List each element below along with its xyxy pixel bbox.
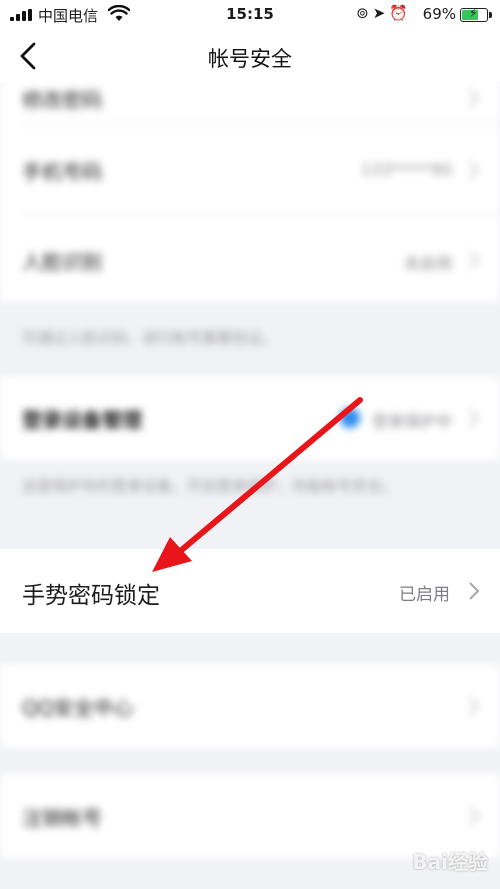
rotation-lock-icon: ⊚ [356, 4, 373, 22]
location-icon: ➤ [372, 4, 390, 22]
list-item[interactable]: QQ安全中心 [0, 664, 500, 748]
list-item[interactable]: 人脸识别 未启用 [0, 214, 500, 302]
status-icons: ⊚➤⏰ [356, 4, 412, 22]
chevron-right-icon [469, 582, 480, 600]
battery-icon: ⚡ [460, 6, 492, 22]
nav-bar: 帐号安全 [0, 30, 500, 82]
row-label: 人脸识别 [22, 250, 102, 274]
row-label: QQ安全中心 [22, 696, 134, 720]
gesture-password-row[interactable]: 手势密码锁定 已启用 [0, 549, 500, 633]
device-hint-text: 这是保护你的登录设备，开启登录保护，你能帐号安全。 [22, 477, 398, 495]
row-label: 登录设备管理 [22, 408, 142, 432]
status-bar: 中国电信 15:15 ⊚➤⏰ 69% ⚡ [0, 0, 500, 30]
battery-percent: 69% [422, 5, 456, 23]
chevron-right-icon [469, 89, 480, 107]
row-value: 未启用 [403, 254, 452, 273]
baidu-watermark-logo: Bai经验 [412, 850, 488, 874]
gesture-password-label: 手势密码锁定 [22, 583, 160, 609]
row-label: 修改密码 [22, 88, 102, 112]
alarm-icon: ⏰ [389, 4, 412, 22]
row-value: 133*****90 [361, 160, 452, 179]
row-value: 登录保护中 [371, 412, 452, 431]
chevron-right-icon [469, 409, 480, 427]
row-label: 手机号码 [22, 160, 102, 184]
chevron-right-icon [469, 807, 480, 825]
page-title: 帐号安全 [208, 47, 292, 71]
chevron-right-icon [469, 161, 480, 179]
chevron-right-icon [469, 251, 480, 269]
chevron-right-icon [469, 697, 480, 715]
settings-list: 修改密码 手机号码 133*****90 人脸识别 未启用 可通过人脸识别，进行… [0, 62, 500, 889]
face-hint-text: 可通过人脸识别，进行帐号重要验证。 [22, 329, 278, 347]
list-item[interactable]: 手机号码 133*****90 [0, 124, 500, 214]
gesture-password-status: 已启用 [399, 585, 450, 605]
row-label: 注销帐号 [22, 806, 102, 830]
status-dot-icon [340, 408, 360, 428]
list-item[interactable]: 登录设备管理 登录保护中 [0, 376, 500, 460]
